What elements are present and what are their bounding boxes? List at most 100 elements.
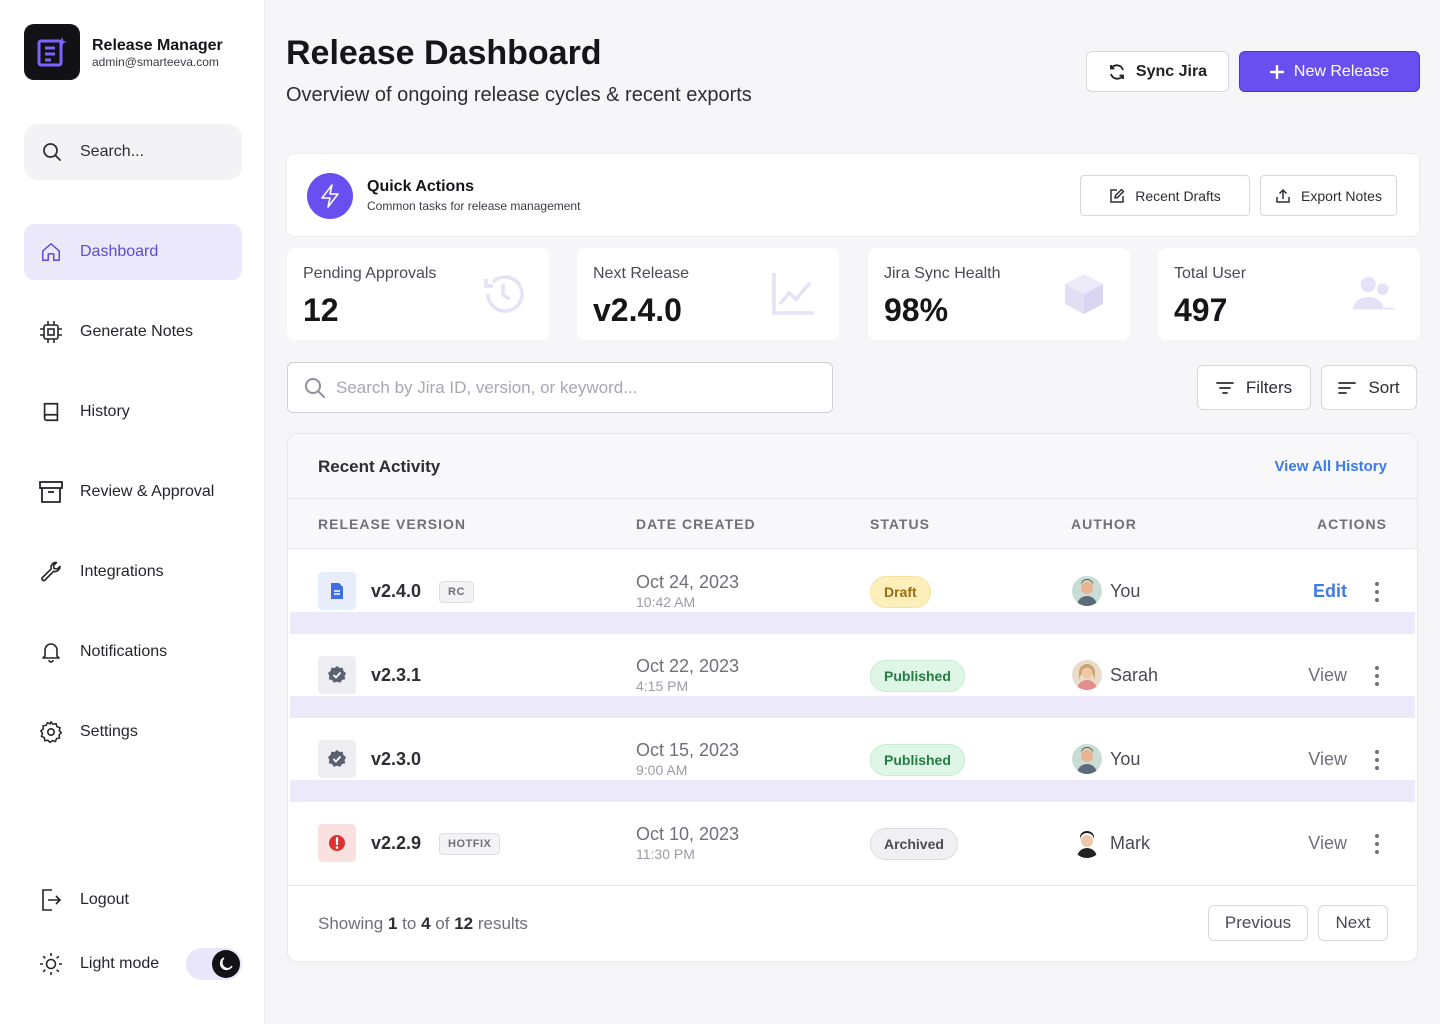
sidebar-item-notifications[interactable]: Notifications [24,624,242,680]
sidebar-item-review-approval[interactable]: Review & Approval [24,464,242,520]
quick-actions-subtitle: Common tasks for release management [367,199,581,213]
sidebar-item-integrations[interactable]: Integrations [24,544,242,600]
gear-icon [39,720,63,744]
release-version: v2.3.0 [371,749,422,769]
brand: Release Manager admin@smarteeva.com [24,24,223,80]
quick-actions-title: Quick Actions [367,178,474,195]
logout-button[interactable]: Logout [24,872,242,928]
table-row[interactable]: v2.2.9 HOTFIX Oct 10, 2023 11:30 PM Arch… [288,802,1417,886]
wrench-icon [39,560,63,584]
quick-actions-panel: Quick Actions Common tasks for release m… [286,153,1420,237]
logout-label: Logout [80,891,129,908]
release-search-field[interactable] [287,362,833,413]
column-header-actions: ACTIONS [1317,516,1387,532]
sidebar-item-history[interactable]: History [24,384,242,440]
pagination-to-word: to [402,914,417,933]
sidebar-item-label: Dashboard [80,243,159,260]
stat-label: Total User [1174,265,1247,282]
table-row[interactable]: v2.3.0 Oct 15, 2023 9:00 AM Published Yo… [288,718,1417,802]
pagination-summary: Showing 1 to 4 of 12 results [318,914,528,934]
column-header-date-created: DATE CREATED [636,516,756,532]
document-icon [318,572,356,610]
version-tag: HOTFIX [439,833,501,855]
sidebar-item-generate-notes[interactable]: Generate Notes [24,304,242,360]
status-badge: Archived [870,828,958,860]
moon-icon [212,950,240,978]
edit-button[interactable]: Edit [1313,581,1347,602]
table-row[interactable]: v2.4.0 RC Oct 24, 2023 10:42 AM Draft Yo… [288,550,1417,634]
pagination-from: 1 [387,914,398,933]
activity-header: Recent Activity View All History [288,434,1417,499]
app-logo-icon [24,24,80,80]
sidebar-search-label: Search... [80,143,145,160]
search-icon [43,143,61,161]
stat-value: v2.4.0 [593,292,682,328]
export-notes-button[interactable]: Export Notes [1260,175,1397,216]
verified-badge-icon [318,656,356,694]
table-row[interactable]: v2.3.1 Oct 22, 2023 4:15 PM Published Sa… [288,634,1417,718]
lightning-icon [307,173,353,219]
new-release-button[interactable]: New Release [1239,51,1420,92]
refresh-icon [1110,63,1124,80]
cpu-chip-icon [39,320,63,344]
export-notes-label: Export Notes [1301,187,1382,204]
view-button[interactable]: View [1308,665,1347,686]
sun-icon [39,952,63,976]
cube-icon [1060,270,1108,318]
stat-label: Pending Approvals [303,265,437,282]
sync-jira-button[interactable]: Sync Jira [1086,51,1229,92]
sidebar-item-label: Settings [80,723,138,740]
logout-icon [39,888,63,912]
more-options-icon[interactable] [1373,582,1381,602]
release-search-input[interactable] [336,377,806,398]
release-version: v2.4.0 [371,581,422,601]
edit-icon [1110,188,1125,203]
verified-badge-icon [318,740,356,778]
more-options-icon[interactable] [1373,834,1381,854]
date-created: Oct 24, 2023 [636,572,740,592]
theme-label: Light mode [80,955,160,972]
table-header: RELEASE VERSION DATE CREATED STATUS AUTH… [288,499,1417,549]
row-highlight [290,696,1415,718]
sidebar-item-label: Notifications [80,643,168,660]
more-options-icon[interactable] [1373,750,1381,770]
clock-history-icon [479,270,527,318]
status-badge: Published [870,744,965,776]
view-button[interactable]: View [1308,749,1347,770]
page-subtitle: Overview of ongoing release cycles & rec… [286,84,752,106]
avatar [1072,744,1102,774]
recent-activity-panel: Recent Activity View All History RELEASE… [287,433,1418,962]
recent-drafts-button[interactable]: Recent Drafts [1080,175,1250,216]
sort-button[interactable]: Sort [1321,365,1417,410]
app-name: Release Manager [92,36,223,54]
view-button[interactable]: View [1308,833,1347,854]
stat-value: 12 [303,292,339,328]
sidebar-item-settings[interactable]: Settings [24,704,242,760]
pagination-suffix: results [477,914,528,933]
avatar [1072,576,1102,606]
sidebar-search[interactable]: Search... [24,124,242,180]
next-page-button[interactable]: Next [1318,905,1388,941]
sidebar: Release Manager admin@smarteeva.com Sear… [0,0,265,1024]
sidebar-item-dashboard[interactable]: Dashboard [24,224,242,280]
sync-jira-label: Sync Jira [1135,62,1208,80]
date-created: Oct 22, 2023 [636,656,740,676]
pagination-prefix: Showing [318,914,384,933]
theme-mode-item: Light mode [24,936,184,992]
filters-button[interactable]: Filters [1197,365,1311,410]
stat-card-pending-approvals: Pending Approvals 12 [287,248,549,340]
stat-card-next-release: Next Release v2.4.0 [577,248,839,340]
view-all-history-link[interactable]: View All History [1274,458,1387,475]
users-icon [1350,270,1398,318]
theme-toggle[interactable] [186,948,242,980]
page-title: Release Dashboard [286,34,602,72]
upload-icon [1276,188,1290,203]
activity-title: Recent Activity [318,457,441,476]
previous-page-button[interactable]: Previous [1208,905,1308,941]
status-badge: Draft [870,576,931,608]
recent-drafts-label: Recent Drafts [1135,187,1221,204]
author-name: Mark [1110,833,1150,853]
stat-value: 98% [884,292,949,328]
more-options-icon[interactable] [1373,666,1381,686]
filter-icon [1215,381,1234,394]
